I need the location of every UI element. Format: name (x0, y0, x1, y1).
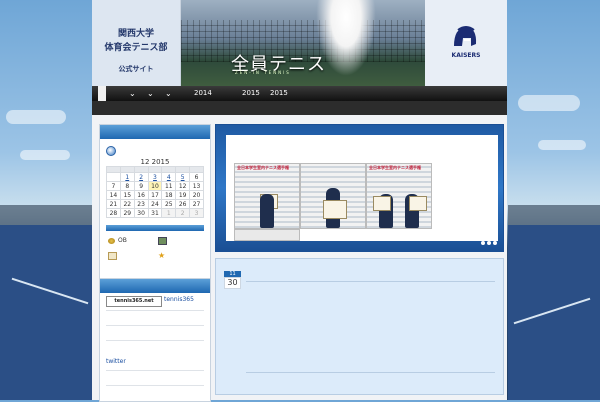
widget-header (100, 125, 210, 139)
calendar-icon[interactable] (106, 146, 116, 156)
links-header (106, 225, 204, 231)
twitter-link[interactable]: twitter (106, 358, 126, 365)
calendar-day: 18 (161, 190, 177, 200)
calendar-day: 19 (175, 190, 191, 200)
star-icon: ★ (158, 251, 166, 260)
sidebar-item-star[interactable]: ★ (158, 251, 165, 260)
slide-photo-title: 全日本学生室内テニス選手権 (369, 165, 421, 170)
calendar-table: 1 2 3 4 5 6 7 8 9 10 11 12 13 14 15 16 1… (106, 166, 204, 218)
team-logo[interactable]: KAISERS (426, 0, 507, 86)
site-title-box[interactable]: 関西大学 体育会テニス部 公式サイト (92, 0, 181, 86)
team-logo-text: KAISERS (451, 52, 481, 59)
post-divider (246, 372, 495, 373)
calendar-day: 23 (133, 199, 149, 209)
chevron-down-icon[interactable]: ⌄ (129, 89, 136, 98)
nav-link-2015-b[interactable]: 2015 (270, 89, 288, 97)
site-header: 関西大学 体育会テニス部 公式サイト 全員テニス ZEN-IN TENNIS K… (92, 0, 507, 86)
calendar-day: 14 (106, 190, 121, 200)
calendar-day[interactable]: 4 (161, 172, 177, 182)
calendar-day: 22 (119, 199, 135, 209)
calendar-icon (108, 252, 117, 260)
calendar-day: 15 (119, 190, 135, 200)
sidebar-item-calendar[interactable] (108, 252, 120, 260)
nav-home-marker[interactable] (98, 86, 106, 101)
calendar-day: 12 (175, 181, 191, 191)
slide-photo-title: 全日本学生室内テニス選手権 (237, 165, 289, 170)
photo-slider[interactable]: 全日本学生室内テニス選手権 全日本学生室内テニス選手権 (215, 124, 504, 252)
calendar-day[interactable]: 3 (147, 172, 163, 182)
post-divider (246, 281, 495, 282)
calendar-day: 24 (147, 199, 163, 209)
chevron-down-icon[interactable]: ⌄ (165, 89, 172, 98)
calendar-day: 27 (189, 199, 204, 209)
calendar-day: 9 (133, 181, 149, 191)
sub-nav (92, 101, 507, 115)
calendar-day: 30 (133, 208, 149, 218)
calendar-day (106, 172, 121, 182)
site-title-line-1: 関西大学 (117, 29, 154, 39)
sidebar-links-widget: tennis365.net tennis365 twitter (99, 278, 211, 402)
banner-slogan-sub: ZEN-IN TENNIS (235, 70, 291, 75)
slide-photo[interactable]: 全日本学生室内テニス選手権 (366, 163, 432, 229)
calendar-day: 7 (106, 181, 121, 191)
calendar-day: 29 (119, 208, 135, 218)
calendar-day: 31 (147, 208, 163, 218)
page-container: 関西大学 体育会テニス部 公式サイト 全員テニス ZEN-IN TENNIS K… (92, 0, 507, 402)
post-date-badge: 11 30 (224, 271, 241, 289)
sidebar-item-ob[interactable]: OB (108, 237, 127, 244)
blog-post: 11 30 (215, 258, 504, 395)
main-nav: ⌄ ⌄ ⌄ 2014 2015 2015 (92, 86, 507, 101)
calendar-day[interactable]: 2 (133, 172, 149, 182)
site-title-line-2: 体育会テニス部 (104, 43, 168, 53)
calendar-day: 2 (175, 208, 191, 218)
site-subtitle: 公式サイト (118, 65, 154, 73)
nav-link-2014[interactable]: 2014 (194, 89, 212, 97)
widget-header (100, 279, 210, 293)
calendar-day: 13 (189, 181, 204, 191)
slide-photo[interactable] (234, 229, 300, 241)
image-icon (158, 237, 167, 245)
tennis365-logo[interactable]: tennis365.net (106, 296, 162, 307)
calendar-day[interactable]: 1 (119, 172, 135, 182)
calendar-day: 17 (147, 190, 163, 200)
sidebar-item-image[interactable] (158, 237, 170, 245)
nav-link-2015[interactable]: 2015 (242, 89, 260, 97)
post-day: 30 (224, 277, 241, 289)
calendar-day[interactable]: 5 (175, 172, 191, 182)
ball-icon (108, 237, 115, 244)
sidebar-item-label: OB (118, 237, 127, 244)
calendar-day-today: 10 (147, 181, 163, 191)
calendar-day: 6 (189, 172, 204, 182)
calendar-day: 16 (133, 190, 149, 200)
slider-frame: 全日本学生室内テニス選手権 全日本学生室内テニス選手権 (226, 135, 498, 241)
calendar-day: 20 (189, 190, 204, 200)
calendar-day: 1 (161, 208, 177, 218)
tennis365-link[interactable]: tennis365 (164, 296, 194, 303)
header-banner: 全員テニス ZEN-IN TENNIS (181, 0, 425, 86)
slide-photo[interactable] (300, 163, 366, 229)
calendar-day: 25 (161, 199, 177, 209)
calendar-day: 21 (106, 199, 121, 209)
slide-photo[interactable]: 全日本学生室内テニス選手権 (234, 163, 300, 229)
calendar-day: 3 (189, 208, 204, 218)
chevron-down-icon[interactable]: ⌄ (147, 89, 154, 98)
calendar-day: 8 (119, 181, 135, 191)
helmet-logo-icon (454, 26, 477, 46)
slider-pagination[interactable] (479, 239, 497, 247)
calendar-day: 11 (161, 181, 177, 191)
calendar-day: 28 (106, 208, 121, 218)
left-background (0, 0, 92, 400)
right-background (508, 0, 600, 400)
calendar-day: 26 (175, 199, 191, 209)
calendar-caption: 12 2015 (140, 158, 170, 166)
